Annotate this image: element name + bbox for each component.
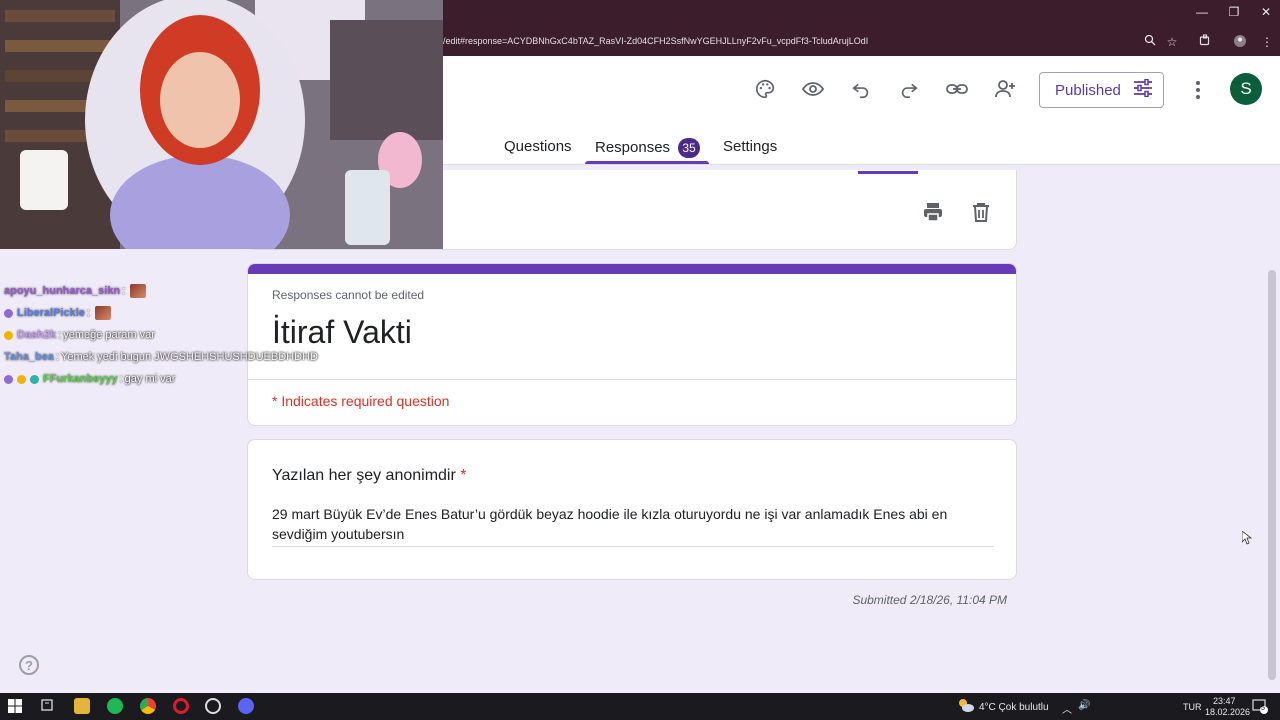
url-text[interactable]: /edit#response=ACYDBNhGxC4bTAZ_RasVI-Zd0… [443, 36, 868, 46]
weather-text[interactable]: 4°C Çok bulutlu [979, 702, 1049, 713]
tab-questions[interactable]: Questions [504, 138, 572, 155]
chat-badge-icon [4, 330, 13, 340]
active-tab-indicator [585, 161, 709, 164]
chrome-icon[interactable] [140, 698, 156, 714]
chat-emote-icon [130, 284, 147, 298]
title-divider [248, 379, 1016, 380]
chat-line: Dash2k : yemeğe param var [4, 324, 318, 346]
clock-date[interactable]: 18.02.2026 [1205, 707, 1250, 717]
answer-text: 29 mart Büyük Ev’de Enes Batur’u gördük … [272, 504, 994, 547]
taskbar: 4°C Çok bulutlu ︿ 🔊 TUR 23:47 18.02.2026… [0, 693, 1280, 720]
chat-username: Dash2k [17, 329, 57, 341]
redo-icon[interactable] [896, 76, 922, 102]
form-title-card: Responses cannot be edited İtiraf Vakti … [247, 263, 1017, 426]
tab-settings[interactable]: Settings [723, 138, 777, 155]
chat-badge-icon [4, 308, 13, 318]
opera-icon[interactable] [173, 698, 189, 714]
restore-button[interactable]: ❐ [1224, 5, 1244, 19]
clock-time[interactable]: 23:47 [1213, 696, 1236, 706]
help-icon[interactable]: ? [19, 655, 39, 675]
bookmark-star-icon[interactable]: ☆ [1164, 34, 1180, 50]
weather-cloud-icon[interactable] [957, 697, 974, 713]
chat-message: Yemek yedi bugun JWGSHEHSHUSHDUEBDHDHD [61, 351, 318, 363]
chat-username: LiberalPickle [17, 307, 85, 319]
chat-line: LiberalPickle : [4, 302, 318, 324]
submitted-timestamp: Submitted 2/18/26, 11:04 PM [852, 593, 1007, 607]
print-icon[interactable] [921, 200, 945, 224]
chat-badge-icon [17, 374, 26, 384]
link-icon[interactable] [944, 76, 970, 102]
undo-icon[interactable] [848, 76, 874, 102]
preview-eye-icon[interactable] [800, 76, 826, 102]
webcam-overlay [0, 0, 443, 249]
mouse-cursor-icon [1242, 531, 1252, 545]
chat-badge-icon [30, 374, 39, 384]
chat-emote-icon [94, 306, 111, 320]
tray-overflow-icon[interactable]: ︿ [1062, 701, 1072, 716]
extensions-icon[interactable] [1197, 34, 1213, 50]
windows-start-icon[interactable] [8, 699, 24, 715]
tab-responses-label: Responses [595, 138, 671, 156]
chat-message: yemeğe param var [63, 329, 155, 341]
page-scrollbar[interactable] [1268, 270, 1276, 680]
chat-line: FFurkanbeyyy : gay mi var [4, 368, 318, 390]
chat-separator: : [119, 373, 123, 385]
question-title: Yazılan her şey anonimdir * [272, 467, 466, 485]
more-options-icon[interactable] [1190, 78, 1206, 102]
stream-chat-overlay: apoyu_hunharca_sikn : LiberalPickle : Da… [4, 280, 318, 390]
spotify-icon[interactable] [107, 698, 123, 714]
volume-icon[interactable]: 🔊 [1078, 700, 1090, 711]
chat-separator: : [122, 285, 126, 297]
notification-count: 5 [1261, 705, 1265, 712]
chat-badge-icon [4, 374, 13, 384]
published-button[interactable]: Published [1039, 72, 1164, 108]
theme-color-bar [248, 264, 1016, 274]
question-card: Yazılan her şey anonimdir * 29 mart Büyü… [247, 439, 1017, 580]
notification-icon[interactable] [1252, 698, 1268, 714]
close-window-button[interactable]: ✕ [1256, 5, 1276, 19]
responses-count-badge: 35 [678, 138, 701, 158]
question-title-text: Yazılan her şey anonimdir [272, 467, 456, 484]
settings-sliders-icon [1133, 78, 1153, 101]
required-asterisk: * [460, 467, 467, 484]
chat-username: FFurkanbeyyy [43, 373, 118, 385]
customize-theme-icon[interactable] [752, 76, 778, 102]
chat-username: apoyu_hunharca_sikn [4, 285, 121, 297]
individual-tab-indicator [858, 171, 918, 174]
task-view-icon[interactable] [40, 698, 56, 714]
delete-icon[interactable] [969, 200, 993, 224]
chat-message: gay mi var [124, 373, 176, 385]
required-question-note: * Indicates required question [272, 393, 450, 409]
account-avatar[interactable]: S [1230, 73, 1262, 105]
obs-icon[interactable] [205, 698, 221, 714]
chat-line: apoyu_hunharca_sikn : [4, 280, 318, 302]
discord-icon[interactable] [238, 698, 254, 714]
file-explorer-icon[interactable] [74, 698, 90, 714]
browser-menu-icon[interactable]: ⋮ [1259, 34, 1275, 50]
chat-username: Taha_bea [4, 351, 54, 363]
chat-separator: : [86, 307, 90, 319]
zoom-icon[interactable] [1142, 34, 1158, 50]
add-collaborator-icon[interactable] [992, 76, 1018, 102]
chat-separator: : [55, 351, 59, 363]
language-indicator[interactable]: TUR [1183, 702, 1202, 712]
tab-responses[interactable]: Responses 35 [595, 138, 701, 158]
minimize-button[interactable]: — [1192, 5, 1212, 19]
chat-separator: : [58, 329, 62, 341]
profile-icon[interactable] [1232, 34, 1248, 50]
chat-line: Taha_bea : Yemek yedi bugun JWGSHEHSHUSH… [4, 346, 318, 368]
published-label: Published [1055, 81, 1121, 99]
